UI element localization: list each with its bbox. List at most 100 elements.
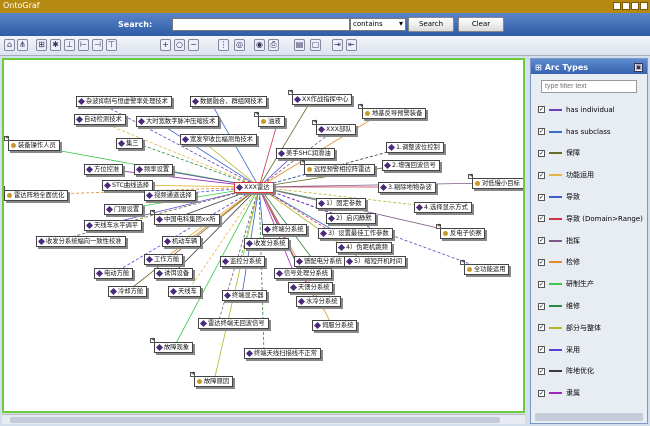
graph-canvas[interactable]: 杂波抑制与恒虚警率处理技术 数据融合、群组网技术 + XX作战指挥中心 自动检测技术 大时… [2, 58, 525, 413]
graph-node[interactable]: + 远程预警相控阵雷达 [300, 160, 375, 175]
graph-node[interactable]: 监控分系统 [220, 256, 266, 267]
camera-icon[interactable]: ◉ [254, 39, 265, 51]
search-input[interactable] [172, 18, 350, 31]
arc-filter-input[interactable] [541, 80, 637, 93]
arc-type-checkbox[interactable]: ✓ [538, 280, 545, 288]
graph-center-node[interactable]: XXX雷达 [234, 182, 274, 193]
graph-node[interactable]: 方位控准 [84, 164, 124, 175]
horizontal-tree-icon[interactable]: ⊢ [78, 39, 89, 51]
graph-node[interactable]: 宽发窄收比幅测角技术 [180, 134, 257, 145]
graph-node[interactable]: 1）固定参数 [316, 198, 366, 209]
arc-type-checkbox[interactable]: ✓ [538, 171, 545, 179]
expand-icon[interactable]: + [468, 174, 473, 179]
arc-type-checkbox[interactable]: ✓ [538, 106, 545, 114]
arc-type-checkbox[interactable]: ✓ [538, 128, 545, 136]
expand-icon[interactable]: + [358, 104, 363, 109]
arc-type-item[interactable]: ✓ 隶属 [535, 382, 645, 404]
expand-icon[interactable]: + [300, 160, 305, 165]
arc-type-item[interactable]: ✓ 部分与整体 [535, 317, 645, 339]
graph-node[interactable]: + 故障现象 [150, 338, 194, 353]
clear-button[interactable]: Clear [458, 17, 504, 32]
graph-node[interactable]: 3.剔除地物杂波 [378, 182, 436, 193]
zoom-in-icon[interactable]: + [160, 39, 171, 51]
expand-icon[interactable]: + [190, 372, 195, 377]
expand-icon[interactable]: + [312, 120, 317, 125]
graph-node[interactable]: 视频通道选择 [144, 190, 196, 201]
graph-node[interactable]: 2）启闪静默 [326, 213, 376, 224]
graph-node[interactable]: + XXX部队 [312, 120, 356, 135]
graph-node[interactable]: 门限设置 [104, 204, 144, 215]
graph-node[interactable]: 收发分系统 [244, 238, 290, 249]
graph-node[interactable]: 大时宽数字脉冲压缩技术 [136, 116, 220, 127]
expand-icon[interactable]: + [4, 186, 5, 191]
grid-icon[interactable]: ⊞ [36, 39, 47, 51]
graph-node[interactable]: 终端显示器 [222, 290, 268, 301]
save-icon[interactable]: ▤ [294, 39, 305, 51]
arc-type-item[interactable]: ✓ 功能运用 [535, 164, 645, 186]
graph-node[interactable]: 诱饵设备 [154, 268, 194, 279]
arc-type-item[interactable]: ✓ 阵地优化 [535, 361, 645, 383]
graph-node[interactable]: 工作方舱 [144, 254, 184, 265]
arc-type-checkbox[interactable]: ✓ [538, 302, 545, 310]
arc-type-checkbox[interactable]: ✓ [538, 367, 545, 375]
graph-node[interactable]: 信号处理分系统 [274, 268, 333, 279]
graph-node[interactable]: + 油液 [254, 112, 285, 127]
graph-node[interactable]: + 对低慢小目标 [468, 174, 523, 189]
left-tree-icon[interactable]: ⊣ [92, 39, 103, 51]
close-icon[interactable] [640, 2, 648, 10]
graph-node[interactable]: 杂波抑制与恒虚警率处理技术 [76, 96, 172, 107]
arc-type-item[interactable]: ✓ 研制生产 [535, 273, 645, 295]
arc-type-item[interactable]: ✓ 导致 (Domain>Range) [535, 208, 645, 230]
graph-node[interactable]: 电动方舱 [94, 268, 134, 279]
zoom-out-icon[interactable]: − [188, 39, 199, 51]
expand-icon[interactable]: + [254, 112, 259, 117]
graph-node[interactable]: 集三 [116, 138, 143, 149]
open-folder-icon[interactable]: ▢ [310, 39, 321, 51]
expand-icon[interactable]: + [460, 260, 465, 265]
arc-type-checkbox[interactable]: ✓ [538, 258, 545, 266]
graph-node[interactable]: 天线车 [168, 286, 201, 297]
arc-type-item[interactable]: ✓ 指挥 [535, 230, 645, 252]
graph-node[interactable]: 天馈分系统 [288, 282, 334, 293]
tree-icon[interactable]: ⋔ [17, 39, 28, 51]
expand-icon[interactable]: + [150, 210, 155, 215]
graph-horizontal-scrollbar[interactable] [2, 414, 525, 424]
print-icon[interactable]: ⎙ [268, 39, 279, 51]
graph-node[interactable]: 2.增强回波信号 [382, 160, 440, 171]
left-vertical-icon[interactable]: ⊤ [106, 39, 117, 51]
snowflake-icon[interactable]: ✱ [50, 39, 61, 51]
arc-type-item[interactable]: ✓ has subclass [535, 121, 645, 143]
search-button[interactable]: Search [408, 17, 454, 32]
arc-type-checkbox[interactable]: ✓ [538, 324, 545, 332]
graph-node[interactable]: + 地基反导预警装备 [358, 104, 427, 119]
graph-node[interactable]: + 中国电科集团xx所 [150, 210, 220, 225]
graph-node[interactable]: 4）伪距机跳频 [336, 242, 392, 253]
maximize-icon[interactable] [631, 2, 639, 10]
search-mode-select[interactable]: contains [350, 18, 406, 31]
arc-type-checkbox[interactable]: ✓ [538, 389, 545, 397]
graph-node[interactable]: 5）缩短开机时间 [344, 256, 407, 267]
graph-node[interactable]: 冷却方舱 [108, 286, 148, 297]
graph-node[interactable]: + 故障原因 [190, 372, 234, 387]
graph-node[interactable]: 终端天线扫描线不正常 [244, 348, 321, 359]
arc-type-item[interactable]: ✓ 保障 [535, 143, 645, 165]
graph-node[interactable]: 馈配电分系统 [294, 256, 346, 267]
home-icon[interactable]: ⌂ [4, 39, 15, 51]
arc-type-checkbox[interactable]: ✓ [538, 237, 545, 245]
spring-layout-icon[interactable]: ⋮ [218, 39, 229, 51]
scrollbar-thumb[interactable] [10, 417, 500, 423]
vertical-tree-icon[interactable]: ⊥ [64, 39, 75, 51]
expand-icon[interactable]: + [150, 338, 155, 343]
graph-node[interactable]: 4.选择显示方式 [414, 202, 472, 213]
graph-node[interactable]: 3）设置最佳工作参数 [318, 228, 393, 239]
restore-icon[interactable] [622, 2, 630, 10]
graph-node[interactable]: 频率设置 [134, 164, 174, 175]
graph-node[interactable]: 水冷分系统 [296, 296, 342, 307]
minimize-icon[interactable] [613, 2, 621, 10]
expand-icon[interactable]: + [436, 224, 441, 229]
graph-node[interactable]: 天线车水平调平 [84, 220, 143, 231]
graph-node[interactable]: 机动车辆 [162, 236, 202, 247]
arc-type-checkbox[interactable]: ✓ [538, 149, 545, 157]
graph-node[interactable]: 自动检测技术 [74, 114, 126, 125]
graph-node[interactable]: + 全功能运用 [460, 260, 510, 275]
